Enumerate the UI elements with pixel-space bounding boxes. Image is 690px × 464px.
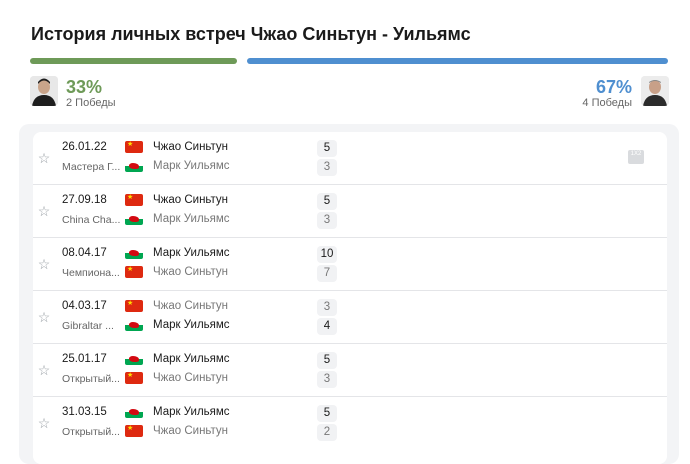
right-player-wins: 4 Победы [582,97,632,109]
player-name: Чжао Синьтун [153,266,229,278]
player-score: 5 [317,140,337,157]
wales-flag-icon [125,319,143,331]
player-name: Марк Уильямс [153,319,230,331]
match-date: 31.03.15 [62,406,107,418]
matches-card: ☆ 26.01.22 Мастера Г... Чжао Синьтун 5 Марк У… [19,124,679,464]
player-name: Чжао Синьтун [153,372,229,384]
match-tournament: Открытый... [62,373,120,385]
right-player-avatar[interactable] [641,76,669,106]
wales-flag-icon [125,247,143,259]
odds-icon[interactable]: 1X2 [628,150,644,164]
match-date: 08.04.17 [62,247,107,259]
match-row[interactable]: ☆ 26.01.22 Мастера Г... Чжао Синьтун 5 Марк У… [33,132,667,185]
left-player-percent: 33% [66,77,103,97]
player-score: 7 [317,265,337,282]
favorite-star-icon[interactable]: ☆ [37,257,51,271]
left-player-wins: 2 Победы [66,97,116,109]
page-title: История личных встреч Чжао Синьтун - Уил… [31,24,471,44]
match-date: 04.03.17 [62,300,107,312]
player-name: Марк Уильямс [153,160,230,172]
wales-flag-icon [125,213,143,225]
match-date: 25.01.17 [62,353,107,365]
player-score: 5 [317,193,337,210]
player-name: Марк Уильямс [153,406,230,418]
player-name: Марк Уильямс [153,213,230,225]
match-row[interactable]: ☆ 08.04.17 Чемпиона... Марк Уильямс 10 Чжао С… [33,238,667,291]
player-score: 3 [317,371,337,388]
matches-list: ☆ 26.01.22 Мастера Г... Чжао Синьтун 5 Марк У… [33,132,667,464]
player-name: Чжао Синьтун [153,425,229,437]
player-score: 5 [317,352,337,369]
match-row[interactable]: ☆ 25.01.17 Открытый... Марк Уильямс 5 Чжао Си… [33,344,667,397]
player-name: Чжао Синьтун [153,194,229,206]
player-score: 5 [317,405,337,422]
match-row[interactable]: ☆ 04.03.17 Gibraltar ... Чжао Синьтун 3 Марк … [33,291,667,344]
player-name: Марк Уильямс [153,353,230,365]
match-row[interactable]: ☆ 27.09.18 China Cha... Чжао Синьтун 5 Марк У… [33,185,667,238]
favorite-star-icon[interactable]: ☆ [37,363,51,377]
china-flag-icon [125,300,143,312]
match-date: 26.01.22 [62,141,107,153]
odds-icon-label: 1X2 [630,151,642,157]
player-score: 3 [317,159,337,176]
player-name: Чжао Синьтун [153,141,229,153]
wales-flag-icon [125,406,143,418]
player-score: 4 [317,318,337,335]
match-tournament: Открытый... [62,426,120,438]
match-tournament: Чемпиона... [62,267,120,279]
wales-flag-icon [125,353,143,365]
player-name: Чжао Синьтун [153,300,229,312]
left-player-avatar[interactable] [30,76,58,106]
player-name: Марк Уильямс [153,247,230,259]
china-flag-icon [125,141,143,153]
favorite-star-icon[interactable]: ☆ [37,151,51,165]
match-tournament: Gibraltar ... [62,320,114,332]
right-player-win-bar [247,58,668,64]
wales-flag-icon [125,160,143,172]
match-row[interactable]: ☆ 31.03.15 Открытый... Марк Уильямс 5 Чжао Си… [33,397,667,450]
left-player-win-bar [30,58,237,64]
china-flag-icon [125,372,143,384]
match-date: 27.09.18 [62,194,107,206]
match-tournament: China Cha... [62,214,121,226]
favorite-star-icon[interactable]: ☆ [37,310,51,324]
match-tournament: Мастера Г... [62,161,121,173]
player-score: 10 [317,246,337,263]
player-score: 3 [317,212,337,229]
china-flag-icon [125,194,143,206]
player-score: 2 [317,424,337,441]
right-player-percent: 67% [595,77,632,97]
player-score: 3 [317,299,337,316]
favorite-star-icon[interactable]: ☆ [37,416,51,430]
china-flag-icon [125,266,143,278]
favorite-star-icon[interactable]: ☆ [37,204,51,218]
china-flag-icon [125,425,143,437]
